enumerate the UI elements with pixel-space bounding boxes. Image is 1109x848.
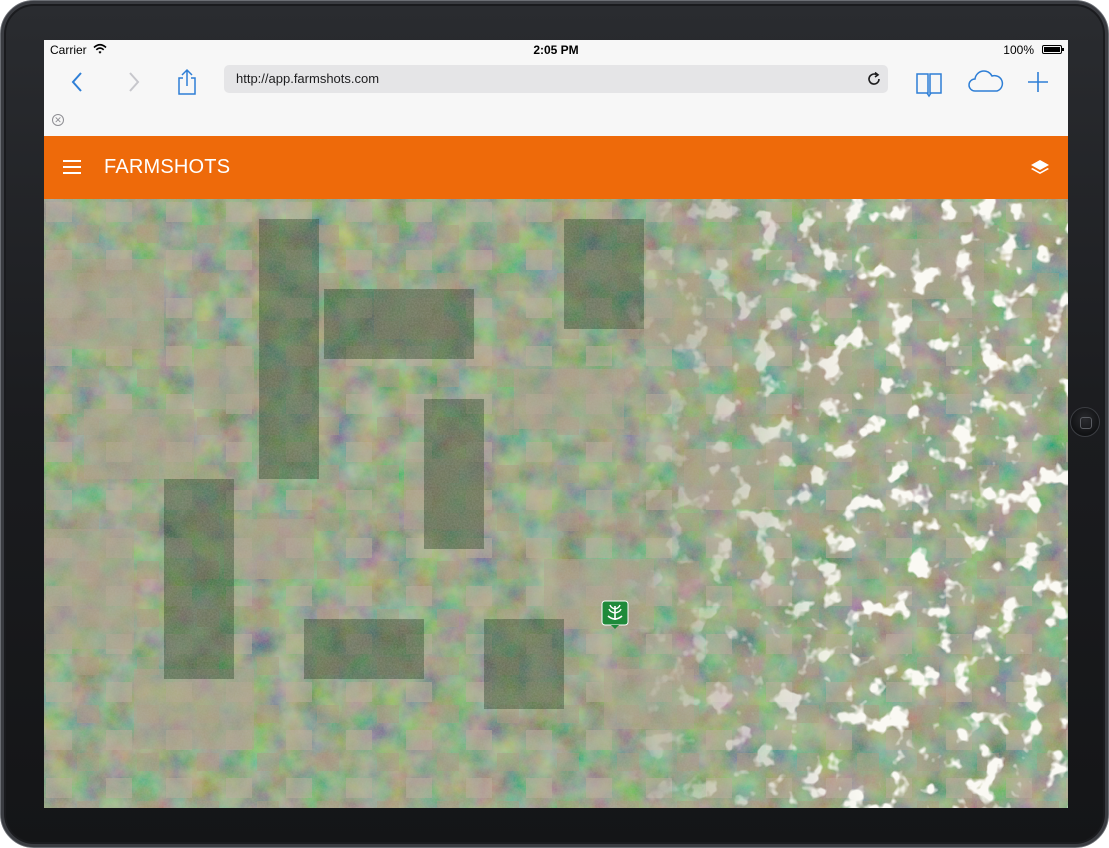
book-icon [916,73,942,98]
new-tab-button[interactable] [1022,66,1054,98]
chevron-left-icon [71,72,82,92]
cloud-icon [968,70,1004,92]
app-header: FARMSHOTS [44,136,1068,199]
chevron-right-icon [129,72,140,92]
plus-icon [1028,72,1048,92]
status-time: 2:05 PM [533,43,579,57]
icloud-tabs-button[interactable] [966,66,1006,98]
home-button[interactable] [1070,407,1100,437]
battery-icon [1042,45,1064,54]
screen: Carrier 2:05 PM 100% http://app.farmshot… [44,40,1068,808]
battery-percent: 100% [1003,43,1034,57]
address-bar[interactable]: http://app.farmshots.com [224,65,888,93]
hamburger-icon[interactable] [63,160,81,174]
browser-toolbar: http://app.farmshots.com [44,60,1068,104]
reload-icon[interactable] [866,71,882,87]
back-button[interactable] [62,66,94,98]
satellite-imagery [44,199,1068,808]
layers-icon[interactable] [1030,158,1050,178]
share-button[interactable] [171,66,203,98]
satellite-map[interactable] [44,199,1068,808]
forward-button[interactable] [117,66,149,98]
url-text: http://app.farmshots.com [236,71,380,86]
tablet-frame: Carrier 2:05 PM 100% http://app.farmshot… [0,0,1109,848]
close-icon[interactable]: ✕ [52,114,64,126]
share-icon [178,68,196,95]
app-title: FARMSHOTS [104,156,231,178]
status-bar: Carrier 2:05 PM 100% [44,40,1068,60]
farm-marker-icon[interactable] [601,600,629,630]
bookmarks-button[interactable] [913,66,945,98]
tab-strip: ✕ [44,106,1068,136]
